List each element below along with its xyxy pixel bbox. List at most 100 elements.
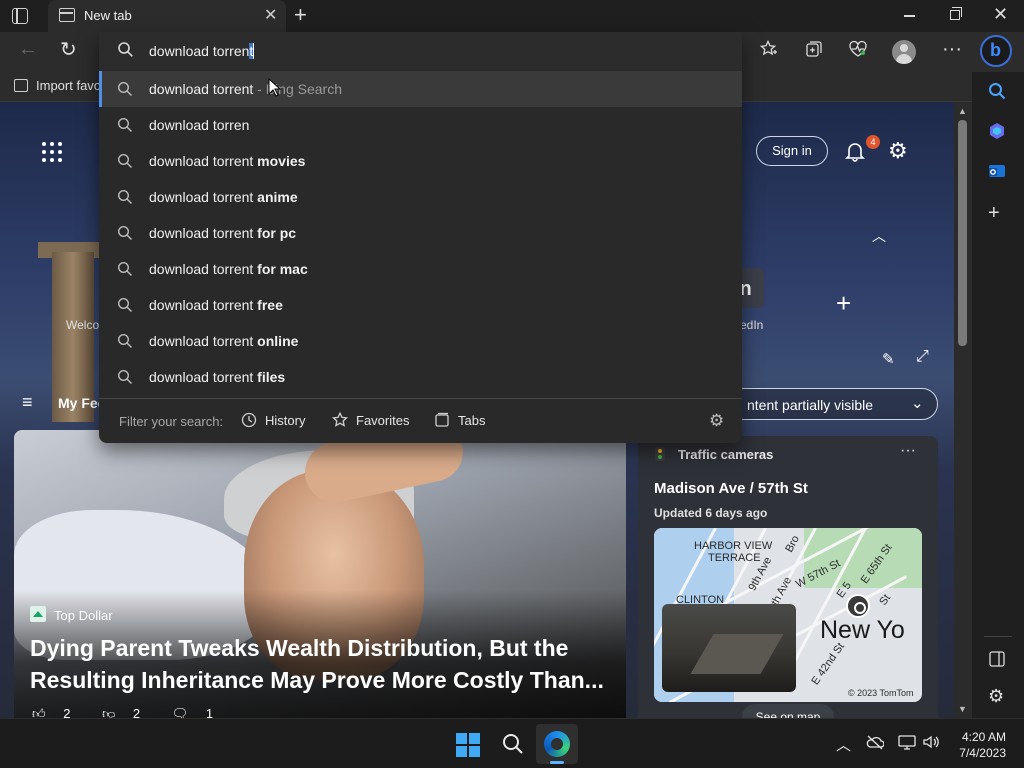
refresh-icon[interactable]: ↻ <box>60 37 77 62</box>
content-visibility-select[interactable]: ntent partially visible ⌄ <box>728 388 938 420</box>
comment-icon: 🗨︎ <box>171 706 189 718</box>
like-button[interactable]: 👍︎ 2 <box>32 706 84 718</box>
sidebar-settings-gear-icon[interactable]: ⚙ <box>988 686 1004 707</box>
scrollbar-thumb[interactable] <box>958 120 967 346</box>
suggestion-base: download torrent <box>149 189 254 205</box>
windows-start-icon[interactable] <box>456 733 480 757</box>
window-close-icon[interactable]: ✕ <box>993 4 1008 25</box>
add-quick-link-icon[interactable]: + <box>836 288 851 319</box>
suggestion-item[interactable]: download torrent movies <box>99 143 742 179</box>
suggestion-item[interactable]: download torrent - Bing Search <box>99 71 742 107</box>
hero-article-card[interactable]: Top Dollar Dying Parent Tweaks Wealth Di… <box>14 430 626 718</box>
feed-menu-icon[interactable]: ≡ <box>22 392 33 413</box>
clock-date: 7/4/2023 <box>959 746 1006 760</box>
notification-count-badge: 4 <box>866 135 880 149</box>
suggestion-suffix: - Bing Search <box>253 81 343 97</box>
sidebar-shopping-icon[interactable] <box>988 122 1006 140</box>
sidebar-outlook-icon[interactable] <box>988 162 1006 180</box>
quick-link-label-linkedin[interactable]: edIn <box>740 318 763 332</box>
traffic-card-title[interactable]: Traffic cameras <box>678 447 773 462</box>
headline-line-2: Resulting Inheritance May Prove More Cos… <box>30 667 604 693</box>
windows-taskbar: ︿ 4:20 AM 7/4/2023 <box>0 718 1024 768</box>
filter-favorites[interactable]: Favorites <box>332 411 410 428</box>
sign-in-button[interactable]: Sign in <box>756 136 828 166</box>
taskbar-edge-button[interactable] <box>536 724 578 764</box>
search-icon <box>117 117 132 132</box>
import-favorites-link[interactable]: Import favo <box>14 78 101 93</box>
suggestion-item[interactable]: download torrent files <box>99 359 742 395</box>
tab-new-tab[interactable]: New tab ✕ <box>48 0 286 32</box>
suggestion-item[interactable]: download torren <box>99 107 742 143</box>
taskbar-search-icon[interactable] <box>501 732 525 756</box>
volume-icon[interactable] <box>922 734 940 750</box>
suggestion-item[interactable]: download torrent anime <box>99 179 742 215</box>
taskbar-clock[interactable]: 4:20 AM 7/4/2023 <box>954 729 1006 761</box>
traffic-map[interactable]: HARBOR VIEW TERRACE CLINTON W 57th St E … <box>654 528 922 702</box>
search-icon <box>117 369 132 384</box>
show-hidden-icons-icon[interactable]: ︿ <box>836 734 851 755</box>
restore-icon[interactable] <box>950 7 962 20</box>
filter-favorites-label: Favorites <box>356 413 410 428</box>
notifications-bell-icon[interactable] <box>844 140 866 162</box>
tab-close-icon[interactable]: ✕ <box>264 5 277 25</box>
article-headline[interactable]: Dying Parent Tweaks Wealth Distribution,… <box>30 632 610 696</box>
page-settings-gear-icon[interactable]: ⚙ <box>888 138 908 164</box>
address-input[interactable]: download torrent <box>149 43 255 59</box>
onedrive-icon[interactable] <box>866 734 884 750</box>
new-tab-favicon-icon <box>59 8 75 22</box>
more-icon[interactable]: ··· <box>942 38 962 61</box>
profile-avatar[interactable] <box>892 40 916 64</box>
camera-thumbnail[interactable] <box>662 604 796 692</box>
card-more-icon[interactable]: ··· <box>900 442 916 460</box>
edge-logo-icon <box>544 731 570 757</box>
camera-location[interactable]: Madison Ave / 57th St <box>654 480 808 497</box>
apps-grid-icon[interactable] <box>42 142 62 162</box>
dislike-count: 2 <box>132 706 141 718</box>
suggestion-base: download torrent <box>149 369 254 385</box>
tabs-icon <box>435 412 449 427</box>
network-icon[interactable] <box>898 734 916 750</box>
filter-tabs[interactable]: Tabs <box>434 412 485 428</box>
suggestion-item[interactable]: download torrent online <box>99 323 742 359</box>
camera-pin-icon[interactable] <box>846 594 870 618</box>
suggestion-base: download torrent <box>149 333 254 349</box>
suggestion-item[interactable]: download torrent for pc <box>99 215 742 251</box>
suggestion-completion: for pc <box>253 225 297 241</box>
page-scrollbar[interactable]: ▲ ▼ <box>954 102 972 718</box>
address-bar[interactable]: download torrent <box>99 32 742 70</box>
chevron-down-icon: ⌄ <box>911 395 924 412</box>
browser-essentials-icon[interactable] <box>848 40 868 58</box>
copilot-icon[interactable]: b <box>980 35 1012 67</box>
collections-icon[interactable] <box>805 40 823 58</box>
filter-history[interactable]: History <box>241 412 305 428</box>
comment-button[interactable]: 🗨︎ 1 <box>172 706 227 718</box>
sidebar-search-icon[interactable] <box>988 82 1006 100</box>
search-settings-gear-icon[interactable]: ⚙ <box>709 411 724 431</box>
chevron-up-icon[interactable]: ︿ <box>872 226 886 246</box>
suggestion-item[interactable]: download torrent for mac <box>99 251 742 287</box>
scroll-up-icon[interactable]: ▲ <box>958 106 967 116</box>
quick-link-label-welcome[interactable]: Welco <box>66 318 99 332</box>
map-label-st: St <box>877 592 894 608</box>
filter-tabs-label: Tabs <box>458 413 486 428</box>
article-source[interactable]: Top Dollar <box>54 608 113 623</box>
sidebar-add-icon[interactable]: + <box>988 202 1000 225</box>
suggestion-text: download torrent movies <box>149 153 305 169</box>
camera-updated: Updated 6 days ago <box>654 506 768 520</box>
minimize-icon[interactable] <box>904 15 915 17</box>
map-label-e-42nd: E 42nd St <box>809 640 847 688</box>
expand-icon[interactable]: ⤢ <box>916 348 929 366</box>
map-copyright: © 2023 TomTom <box>848 688 914 698</box>
search-icon <box>117 333 132 348</box>
dislike-button[interactable]: 👎︎ 2 <box>102 706 154 718</box>
tab-actions-icon[interactable] <box>12 8 28 24</box>
back-arrow-icon[interactable]: ← <box>18 38 38 61</box>
scroll-down-icon[interactable]: ▼ <box>958 704 967 714</box>
hide-sidebar-icon[interactable] <box>988 650 1006 668</box>
favorites-star-icon[interactable] <box>760 40 778 58</box>
see-on-map-button[interactable]: See on map <box>742 704 834 718</box>
new-tab-button[interactable]: + <box>294 2 307 28</box>
edit-background-icon[interactable]: ✎ <box>882 350 895 368</box>
suggestion-item[interactable]: download torrent free <box>99 287 742 323</box>
search-icon <box>117 225 132 240</box>
